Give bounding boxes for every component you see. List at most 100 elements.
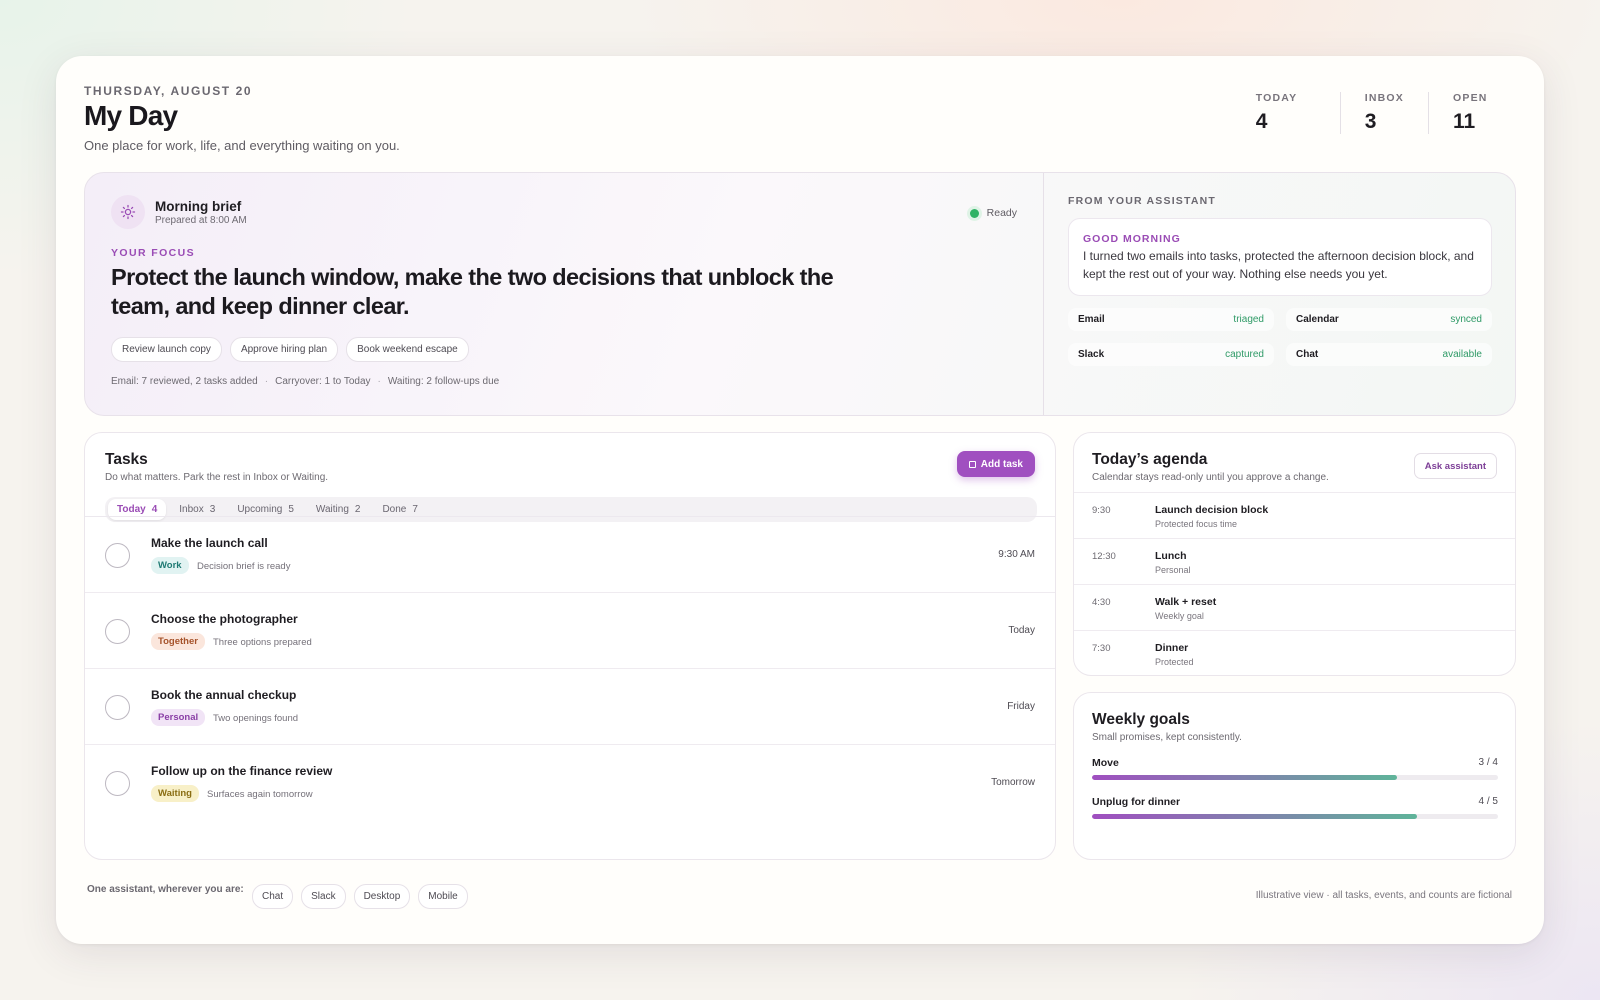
tab-label: Inbox xyxy=(179,504,204,515)
meta-email: Email: 7 reviewed, 2 tasks added xyxy=(111,376,258,387)
chip-book-weekend-escape[interactable]: Book weekend escape xyxy=(346,337,469,362)
page-title: My Day xyxy=(84,100,178,131)
chip-approve-hiring-plan[interactable]: Approve hiring plan xyxy=(229,337,339,362)
goal-progress-fill xyxy=(1092,814,1417,819)
stat-open[interactable]: OPEN 11 xyxy=(1428,92,1512,134)
footer-disclaimer: Illustrative view · all tasks, events, a… xyxy=(1255,890,1512,901)
morning-brief-panel: Morning brief Prepared at 8:00 AM Ready … xyxy=(84,172,1516,416)
event-title: Lunch xyxy=(1155,550,1187,562)
task-due: Tomorrow xyxy=(991,777,1035,788)
focus-label: YOUR FOCUS xyxy=(111,247,196,259)
stat-today[interactable]: TODAY 4 xyxy=(1256,92,1340,134)
agenda-subtitle: Calendar stays read-only until you appro… xyxy=(1092,472,1329,483)
task-row[interactable]: Make the launch call Work Decision brief… xyxy=(85,517,1055,593)
integrations-grid: Email triaged Calendar synced Slack capt… xyxy=(1068,308,1492,366)
weekly-goals-panel: Weekly goals Small promises, kept consis… xyxy=(1073,692,1516,860)
channel-mobile[interactable]: Mobile xyxy=(418,884,468,909)
stat-label: OPEN xyxy=(1453,92,1488,104)
status-dot-icon xyxy=(969,208,979,218)
channel-chat[interactable]: Chat xyxy=(252,884,294,909)
chip-review-launch-copy[interactable]: Review launch copy xyxy=(111,337,222,362)
tab-count: 5 xyxy=(288,504,294,515)
agenda-event[interactable]: 12:30 Lunch Personal xyxy=(1074,538,1515,584)
event-subtitle: Protected focus time xyxy=(1155,519,1238,529)
task-note: Three options prepared xyxy=(213,637,312,648)
integration-slack[interactable]: Slack captured xyxy=(1068,343,1274,366)
add-task-label: Add task xyxy=(980,458,1023,470)
goal-item[interactable]: Move 3 / 4 xyxy=(1092,757,1498,783)
event-subtitle: Protected xyxy=(1155,657,1194,667)
channel-slack[interactable]: Slack xyxy=(301,884,346,909)
task-tag: Together xyxy=(151,633,205,650)
goal-item[interactable]: Unplug for dinner 4 / 5 xyxy=(1092,796,1498,822)
brief-meta: Email: 7 reviewed, 2 tasks added · Carry… xyxy=(111,376,499,387)
task-checkbox[interactable] xyxy=(105,695,130,720)
add-task-button[interactable]: Add task xyxy=(956,451,1035,477)
task-title: Make the launch call xyxy=(151,536,268,550)
integration-status: captured xyxy=(1225,349,1264,360)
agenda-event[interactable]: 9:30 Launch decision block Protected foc… xyxy=(1074,492,1515,538)
goal-progress-fill xyxy=(1092,775,1397,780)
stat-value: 11 xyxy=(1453,110,1476,133)
task-due: Today xyxy=(1008,625,1035,636)
goal-name: Move xyxy=(1092,757,1119,769)
task-note: Surfaces again tomorrow xyxy=(207,789,313,800)
tab-count: 7 xyxy=(412,504,418,515)
task-checkbox[interactable] xyxy=(105,619,130,644)
task-due: 9:30 AM xyxy=(998,549,1035,560)
integration-name: Chat xyxy=(1296,349,1319,360)
footer-label: One assistant, wherever you are: xyxy=(87,884,244,895)
integration-calendar[interactable]: Calendar synced xyxy=(1286,308,1492,331)
integration-name: Slack xyxy=(1078,349,1105,360)
event-time: 7:30 xyxy=(1092,643,1111,654)
agenda-event[interactable]: 7:30 Dinner Protected xyxy=(1074,630,1515,675)
tab-label: Upcoming xyxy=(237,504,283,515)
integration-email[interactable]: Email triaged xyxy=(1068,308,1274,331)
task-tag: Waiting xyxy=(151,785,199,802)
tasks-title: Tasks xyxy=(105,451,148,468)
integration-name: Calendar xyxy=(1296,314,1339,325)
goal-name: Unplug for dinner xyxy=(1092,796,1181,808)
task-title: Follow up on the finance review xyxy=(151,764,333,778)
channel-desktop[interactable]: Desktop xyxy=(353,884,411,909)
integration-status: available xyxy=(1442,349,1482,360)
integration-status: synced xyxy=(1450,314,1482,325)
task-checkbox[interactable] xyxy=(105,771,130,796)
task-checkbox[interactable] xyxy=(105,543,130,568)
ask-assistant-button[interactable]: Ask assistant xyxy=(1413,453,1497,479)
task-note: Decision brief is ready xyxy=(197,561,291,572)
meta-separator: · xyxy=(377,376,381,387)
goals-subtitle: Small promises, kept consistently. xyxy=(1092,732,1242,743)
sun-icon xyxy=(111,195,145,229)
brief-prepared-time: Prepared at 8:00 AM xyxy=(155,215,247,226)
event-title: Walk + reset xyxy=(1155,596,1217,608)
focus-chips: Review launch copy Approve hiring plan B… xyxy=(111,337,469,362)
task-row[interactable]: Choose the photographer Together Three o… xyxy=(85,593,1055,669)
date-label: THURSDAY, AUGUST 20 xyxy=(84,84,253,98)
meta-waiting: Waiting: 2 follow-ups due xyxy=(387,376,500,387)
tab-count: 3 xyxy=(209,504,216,515)
tab-label: Today xyxy=(117,504,146,515)
status-badge: Ready xyxy=(969,207,1017,219)
tab-label: Done xyxy=(382,504,407,515)
task-title: Book the annual checkup xyxy=(151,688,297,702)
event-subtitle: Weekly goal xyxy=(1155,611,1204,621)
tasks-subtitle: Do what matters. Park the rest in Inbox … xyxy=(105,472,329,483)
goal-count: 3 / 4 xyxy=(1478,757,1498,768)
integration-chat[interactable]: Chat available xyxy=(1286,343,1492,366)
assistant-message: I turned two emails into tasks, protecte… xyxy=(1083,249,1474,281)
agenda-panel: Today’s agenda Calendar stays read-only … xyxy=(1073,432,1516,676)
stat-value: 3 xyxy=(1364,110,1377,133)
task-tag: Work xyxy=(151,557,189,574)
stat-label: TODAY xyxy=(1255,92,1298,104)
task-row[interactable]: Follow up on the finance review Waiting … xyxy=(85,745,1055,821)
channel-chips: Chat Slack Desktop Mobile xyxy=(252,884,468,909)
event-time: 4:30 xyxy=(1092,597,1111,608)
agenda-event[interactable]: 4:30 Walk + reset Weekly goal xyxy=(1074,584,1515,630)
tasks-panel: Tasks Do what matters. Park the rest in … xyxy=(84,432,1056,860)
tab-count: 4 xyxy=(151,504,158,515)
stat-value: 4 xyxy=(1255,110,1268,133)
task-row[interactable]: Book the annual checkup Personal Two ope… xyxy=(85,669,1055,745)
assistant-greeting: GOOD MORNING xyxy=(1083,233,1181,245)
stat-inbox[interactable]: INBOX 3 xyxy=(1339,92,1428,134)
